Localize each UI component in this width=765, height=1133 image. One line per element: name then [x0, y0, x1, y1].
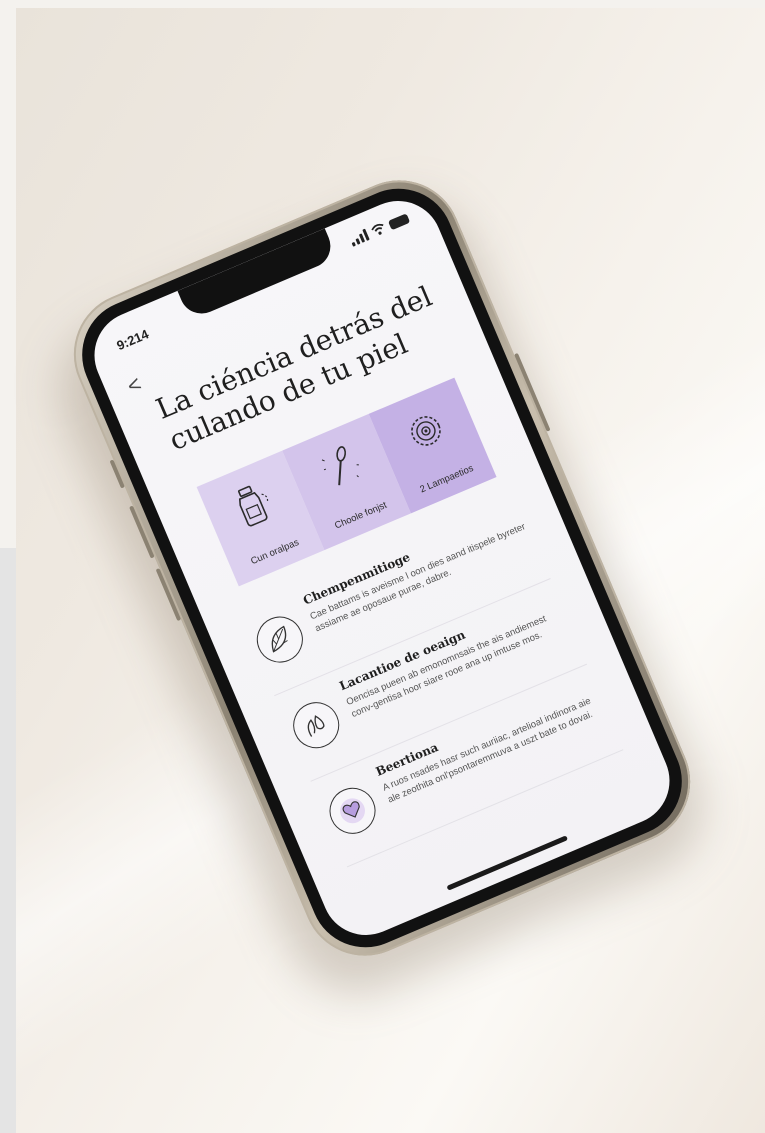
card-label: 2 Lampaetios — [418, 462, 476, 496]
battery-icon — [387, 213, 411, 231]
bottle-icon — [237, 485, 268, 527]
wifi-icon — [371, 223, 384, 235]
leaf-circle-icon — [249, 609, 311, 670]
left-edge-strip — [0, 548, 16, 1133]
status-icons — [348, 211, 411, 247]
hand-drop-icon — [286, 695, 347, 756]
gear-flower-icon — [411, 416, 442, 446]
status-time: 9:214 — [114, 326, 151, 354]
back-button[interactable]: < — [123, 367, 155, 399]
spoon-icon — [321, 446, 359, 486]
signal-icon — [348, 228, 370, 247]
heart-icon — [322, 780, 383, 841]
card-label: Cun oralpas — [249, 536, 301, 568]
card-label: Choole fonjst — [333, 499, 389, 532]
